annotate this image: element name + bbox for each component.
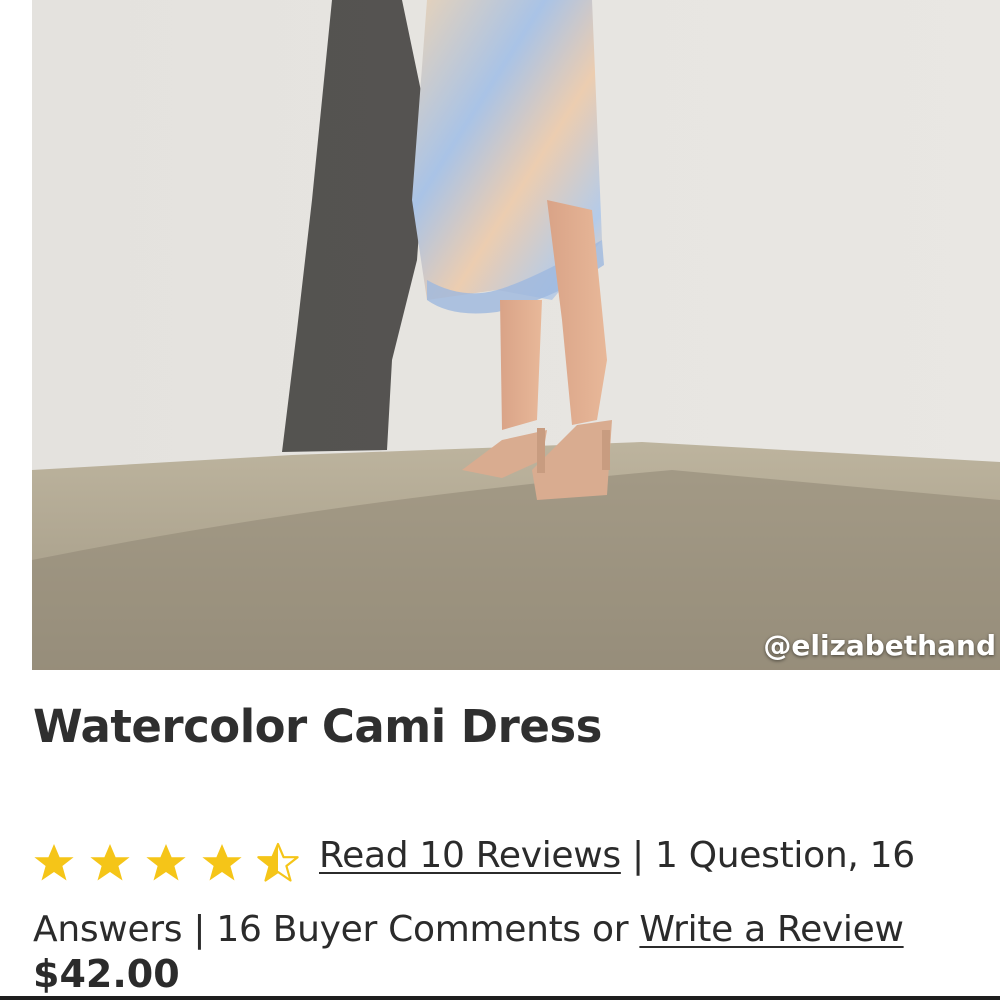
star-full-icon: [90, 844, 130, 881]
separator: |: [182, 909, 217, 950]
read-reviews-link[interactable]: Read 10 Reviews: [319, 835, 621, 876]
star-full-icon: [202, 844, 242, 881]
star-rating[interactable]: [33, 828, 299, 896]
product-title: Watercolor Cami Dress: [33, 700, 602, 753]
product-photo: [32, 0, 1000, 670]
star-full-icon: [34, 844, 74, 881]
star-half-icon: [257, 842, 299, 882]
star-full-icon: [146, 844, 186, 881]
product-price: $42.00: [33, 952, 180, 996]
buyer-comments-text: 16 Buyer Comments or: [216, 909, 640, 950]
separator: |: [620, 835, 655, 876]
write-review-link[interactable]: Write a Review: [639, 909, 904, 950]
product-image[interactable]: @elizabethand: [32, 0, 1000, 670]
image-credit: @elizabethand: [763, 629, 996, 662]
rating-summary: Read 10 Reviews | 1 Question, 16 Answers…: [33, 822, 993, 964]
divider: [0, 996, 1000, 1000]
